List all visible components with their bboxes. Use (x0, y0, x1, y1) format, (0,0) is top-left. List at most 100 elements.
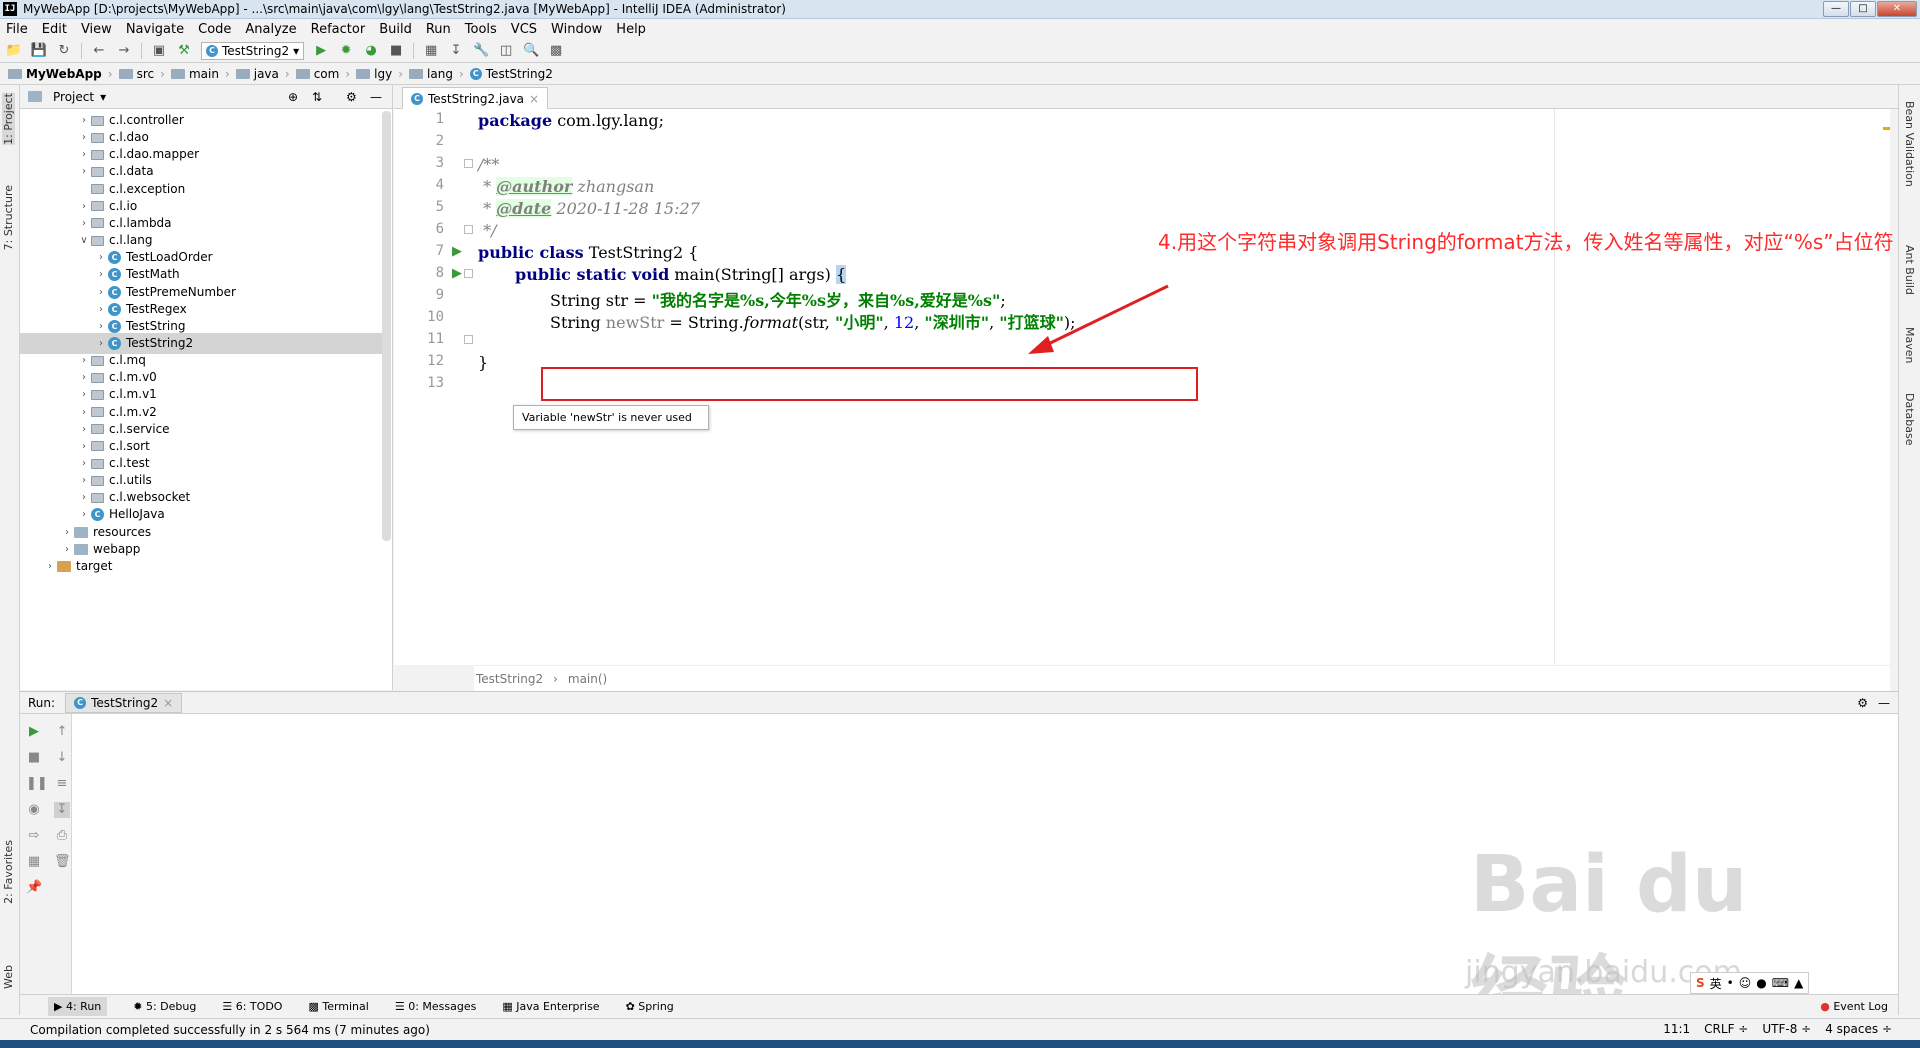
run-tab-teststring2[interactable]: C TestString2 × (65, 692, 183, 713)
crumb-com[interactable]: com (295, 67, 339, 81)
ime-toolbar[interactable]: S 英 • ☺ ● ⌨ ▲ (1690, 972, 1810, 994)
status-message[interactable]: Compilation completed successfully in 2 … (30, 1023, 430, 1037)
menu-run[interactable]: Run (426, 22, 451, 37)
menu-navigate[interactable]: Navigate (126, 22, 184, 37)
exit-icon[interactable]: ⇨ (26, 828, 42, 844)
sdk-icon[interactable]: ◫ (498, 43, 514, 59)
menu-edit[interactable]: Edit (42, 22, 67, 37)
close-tab-icon[interactable]: × (529, 92, 539, 106)
tab-maven[interactable]: Maven (1903, 327, 1916, 363)
menu-file[interactable]: File (6, 22, 28, 37)
project-structure-icon[interactable]: ▦ (423, 43, 439, 59)
down-arrow-icon[interactable]: ↓ (54, 750, 70, 766)
tree-item-folder[interactable]: › target (20, 556, 382, 577)
up-arrow-icon[interactable]: ↑ (54, 724, 70, 740)
close-button[interactable]: ✕ (1877, 1, 1917, 17)
trash-icon[interactable]: 🗑 (54, 854, 71, 870)
ime-punct-icon[interactable]: • (1727, 976, 1734, 990)
crumb-lgy[interactable]: lgy (356, 67, 392, 81)
vcs-icon[interactable]: ▩ (548, 43, 564, 59)
editor-crumb-class[interactable]: TestString2 (476, 672, 543, 686)
tool-java-enterprise[interactable]: ▦ Java Enterprise (502, 1000, 599, 1013)
tab-bean-validation[interactable]: Bean Validation (1903, 101, 1916, 187)
menu-tools[interactable]: Tools (465, 22, 497, 37)
soft-wrap-icon[interactable]: ≡ (54, 776, 70, 792)
file-encoding[interactable]: UTF-8 ÷ (1762, 1022, 1811, 1036)
tool-run[interactable]: ▶ 4: Run (48, 997, 108, 1016)
crumb-lang[interactable]: lang (409, 67, 453, 81)
pause-icon[interactable]: ❚❚ (26, 776, 48, 792)
gear-icon[interactable]: ⚙ (346, 90, 357, 104)
tab-structure[interactable]: 7: Structure (2, 185, 15, 250)
fold-marker-icon[interactable] (464, 269, 473, 278)
fold-marker-icon[interactable] (464, 225, 473, 234)
crumb-main[interactable]: main (170, 67, 219, 81)
tab-teststring2-java[interactable]: C TestString2.java × (402, 87, 549, 109)
tool-debug[interactable]: ✹ 5: Debug (133, 1000, 196, 1013)
run-icon[interactable]: ▶ (313, 43, 329, 59)
ime-skin-icon[interactable]: ▲ (1794, 976, 1803, 990)
tool-terminal[interactable]: ▩ Terminal (308, 1000, 368, 1013)
menu-vcs[interactable]: VCS (511, 22, 537, 37)
camera-icon[interactable]: ◉ (26, 802, 42, 818)
menu-analyze[interactable]: Analyze (245, 22, 296, 37)
tool-messages[interactable]: ☰ 0: Messages (395, 1000, 477, 1013)
event-log-button[interactable]: ● Event Log (1820, 1000, 1888, 1013)
menu-code[interactable]: Code (198, 22, 231, 37)
pin-icon[interactable]: 📌 (26, 880, 42, 896)
menu-refactor[interactable]: Refactor (311, 22, 366, 37)
warning-stripe-marker[interactable] (1883, 127, 1890, 130)
ime-emoji-icon[interactable]: ☺ (1739, 976, 1752, 990)
rerun-icon[interactable]: ▶ (26, 724, 42, 740)
maximize-button[interactable]: □ (1850, 1, 1876, 17)
caret-position[interactable]: 11:1 (1663, 1022, 1690, 1036)
menu-help[interactable]: Help (616, 22, 646, 37)
chevron-down-icon[interactable]: ▾ (100, 90, 106, 104)
tab-favorites[interactable]: 2: Favorites (2, 840, 15, 904)
tab-project[interactable]: 1: Project (2, 93, 15, 145)
stop-icon[interactable]: ■ (388, 43, 404, 59)
ime-keyboard-icon[interactable]: ⌨ (1772, 976, 1789, 990)
open-folder-icon[interactable]: 📁 (6, 43, 22, 59)
gear-icon[interactable]: ⚙ (1857, 696, 1868, 710)
crumb-project[interactable]: MyWebApp (8, 67, 102, 81)
debug-bug-icon[interactable]: ✹ (338, 43, 354, 59)
ime-mic-icon[interactable]: ● (1756, 976, 1766, 990)
crumb-src[interactable]: src (118, 67, 154, 81)
crumb-java[interactable]: java (235, 67, 279, 81)
collapse-all-icon[interactable]: ⇅ (312, 90, 322, 104)
tool-todo[interactable]: ☰ 6: TODO (222, 1000, 282, 1013)
menu-view[interactable]: View (81, 22, 112, 37)
stop-icon[interactable]: ■ (26, 750, 42, 766)
tab-web[interactable]: Web (2, 965, 15, 989)
fold-marker-icon[interactable] (464, 159, 473, 168)
indent-setting[interactable]: 4 spaces ÷ (1825, 1022, 1892, 1036)
locate-icon[interactable]: ⊕ (288, 90, 298, 104)
save-icon[interactable]: 💾 (31, 43, 47, 59)
minimize-button[interactable]: — (1823, 1, 1849, 17)
scroll-to-end-icon[interactable]: ↧ (54, 802, 70, 818)
update-icon[interactable]: ↧ (448, 43, 464, 59)
sync-icon[interactable]: ↻ (56, 43, 72, 59)
back-arrow-icon[interactable]: ← (91, 43, 107, 59)
line-separator[interactable]: CRLF ÷ (1704, 1022, 1748, 1036)
run-gutter-icon[interactable]: ▶ (452, 266, 462, 281)
search-icon[interactable]: 🔍 (523, 43, 539, 59)
run-config-dropdown[interactable]: C TestString2 ▾ (201, 41, 305, 60)
tool-spring[interactable]: ✿ Spring (626, 1000, 674, 1013)
layout-icon[interactable]: ▦ (26, 854, 42, 870)
fold-marker-icon[interactable] (464, 335, 473, 344)
menu-window[interactable]: Window (551, 22, 602, 37)
project-scrollbar[interactable] (382, 111, 391, 541)
chevron-right-icon[interactable]: › (43, 556, 57, 577)
menu-build[interactable]: Build (379, 22, 412, 37)
hide-icon[interactable]: — (370, 90, 382, 104)
settings-wrench-icon[interactable]: 🔧 (473, 43, 489, 59)
coverage-icon[interactable]: ◕ (363, 43, 379, 59)
hide-icon[interactable]: — (1878, 696, 1890, 710)
crumb-file[interactable]: C TestString2 (469, 67, 553, 81)
tab-database[interactable]: Database (1903, 393, 1916, 446)
editor-crumb-method[interactable]: main() (568, 672, 607, 686)
structure-icon[interactable]: ▣ (151, 43, 167, 59)
ime-mode[interactable]: 英 (1710, 975, 1722, 992)
